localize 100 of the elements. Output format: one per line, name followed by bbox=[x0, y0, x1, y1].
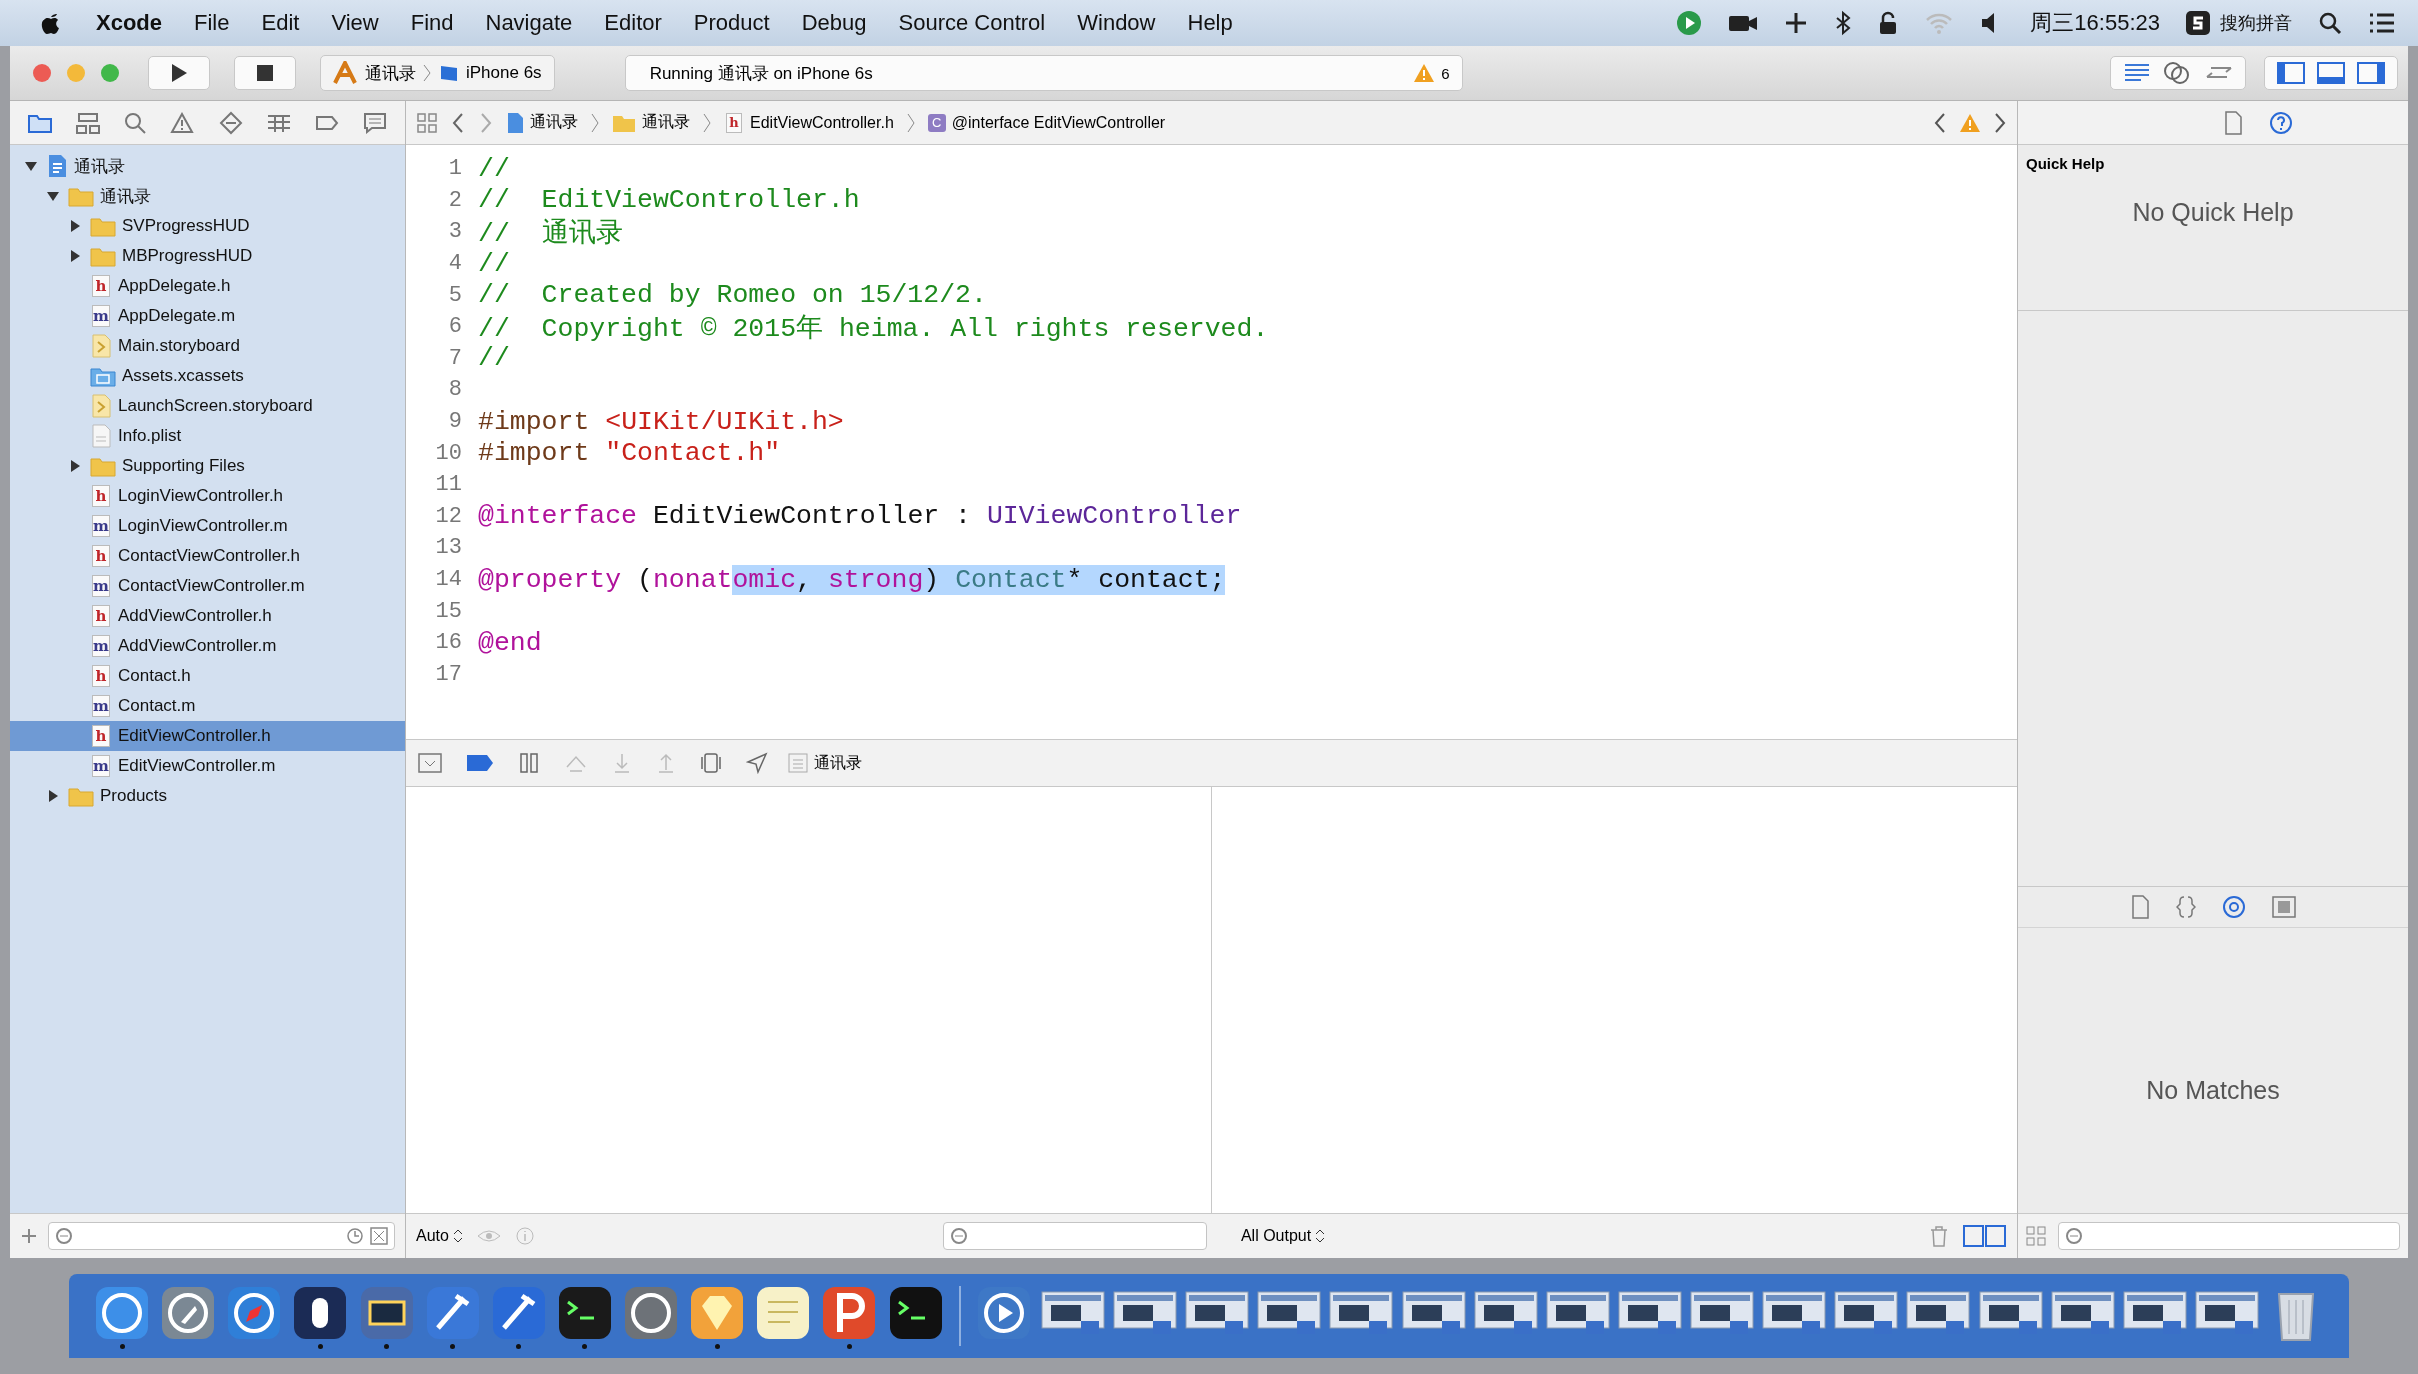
path-item[interactable]: 通讯录 bbox=[612, 112, 690, 133]
variables-scope-popup[interactable]: Auto bbox=[416, 1227, 463, 1245]
left-panel-icon[interactable] bbox=[2277, 62, 2305, 84]
run-button[interactable] bbox=[148, 56, 210, 90]
navigator-row[interactable]: h AppDelegate.h bbox=[10, 271, 405, 301]
navigator-row[interactable]: h LoginViewController.h bbox=[10, 481, 405, 511]
menu-item[interactable]: Xcode bbox=[96, 10, 163, 36]
scheme-name[interactable]: 通讯录 bbox=[365, 61, 416, 85]
view-hierarchy-icon[interactable] bbox=[700, 752, 722, 774]
navigator-row[interactable]: h Contact.h bbox=[10, 661, 405, 691]
file-icon[interactable] bbox=[2130, 895, 2150, 919]
breakpoint-icon[interactable] bbox=[466, 754, 494, 772]
play-circle-icon[interactable] bbox=[1676, 10, 1703, 36]
bottom-panel-icon[interactable] bbox=[2317, 62, 2345, 84]
warning-count[interactable]: 6 bbox=[1441, 64, 1450, 82]
expanded-triangle-icon[interactable] bbox=[24, 159, 38, 173]
lock-icon[interactable] bbox=[1878, 11, 1899, 35]
navigator-row[interactable]: LaunchScreen.storyboard bbox=[10, 391, 405, 421]
menu-item[interactable]: Find bbox=[410, 10, 454, 36]
navigator-row[interactable]: Products bbox=[10, 781, 405, 811]
navigator-row[interactable]: m AddViewController.m bbox=[10, 631, 405, 661]
navigator-row[interactable]: h AddViewController.h bbox=[10, 601, 405, 631]
navigator-row[interactable]: h ContactViewController.h bbox=[10, 541, 405, 571]
output-popup[interactable]: All Output bbox=[1240, 1227, 1326, 1245]
stop-button[interactable] bbox=[234, 56, 296, 90]
navigator-row[interactable]: Info.plist bbox=[10, 421, 405, 451]
back-icon[interactable] bbox=[1933, 111, 1947, 134]
collapsed-triangle-icon[interactable] bbox=[46, 789, 60, 803]
path-item[interactable]: C @interface EditViewController bbox=[927, 113, 1166, 132]
list-icon[interactable] bbox=[2368, 12, 2396, 34]
menu-item[interactable]: Product bbox=[693, 10, 770, 36]
braces-icon[interactable] bbox=[2176, 895, 2196, 919]
navigator-row[interactable]: m ContactViewController.m bbox=[10, 571, 405, 601]
header-file-icon: h bbox=[92, 545, 110, 567]
split-view-icon[interactable] bbox=[1963, 1225, 2007, 1247]
location-icon[interactable] bbox=[746, 752, 768, 774]
expanded-triangle-icon[interactable] bbox=[46, 189, 60, 203]
navigator-row[interactable]: m EditViewController.m bbox=[10, 751, 405, 781]
tag-icon[interactable] bbox=[314, 113, 339, 132]
menu-item[interactable]: Help bbox=[1187, 10, 1233, 36]
table-icon[interactable] bbox=[266, 112, 291, 133]
navigator-row[interactable]: Main.storyboard bbox=[10, 331, 405, 361]
filter-field[interactable] bbox=[942, 1222, 1207, 1250]
menu-item[interactable]: Navigate bbox=[485, 10, 573, 36]
grid-icon[interactable] bbox=[416, 111, 438, 134]
filter-field[interactable] bbox=[48, 1222, 395, 1250]
plus-icon[interactable] bbox=[1784, 11, 1809, 35]
right-panel-icon[interactable] bbox=[2357, 62, 2385, 84]
device-name[interactable]: iPhone 6s bbox=[466, 63, 542, 83]
hierarchy-icon[interactable] bbox=[76, 111, 101, 134]
navigator-row[interactable]: Assets.xcassets bbox=[10, 361, 405, 391]
filter-field[interactable] bbox=[2058, 1222, 2400, 1250]
trash-icon[interactable] bbox=[1929, 1225, 1949, 1247]
path-item[interactable]: 通讯录 bbox=[506, 111, 578, 134]
file-icon[interactable] bbox=[2223, 110, 2243, 135]
navigator-row[interactable]: Supporting Files bbox=[10, 451, 405, 481]
navigator-row[interactable]: SVProgressHUD bbox=[10, 211, 405, 241]
text-lines-icon[interactable] bbox=[2123, 62, 2151, 84]
clock-icon[interactable] bbox=[346, 1227, 364, 1245]
boxed-x-icon[interactable] bbox=[370, 1227, 388, 1245]
add-icon[interactable] bbox=[20, 1227, 38, 1245]
navigator-row[interactable]: m AppDelegate.m bbox=[10, 301, 405, 331]
clock[interactable]: 周三16:55:23 bbox=[2030, 8, 2160, 38]
collapsed-triangle-icon[interactable] bbox=[68, 249, 82, 263]
warning-icon[interactable] bbox=[170, 111, 195, 134]
pause-icon[interactable] bbox=[518, 752, 540, 774]
navigator-row[interactable]: 通讯录 bbox=[10, 151, 405, 181]
bluetooth-icon[interactable] bbox=[1834, 10, 1853, 36]
menu-item[interactable]: Source Control bbox=[898, 10, 1046, 36]
input-method-label[interactable]: 搜狗拼音 bbox=[2220, 11, 2292, 35]
folder-icon[interactable] bbox=[28, 112, 52, 133]
collapsed-triangle-icon[interactable] bbox=[68, 459, 82, 473]
input-method-icon[interactable] bbox=[2186, 11, 2210, 35]
close-icon[interactable] bbox=[32, 63, 52, 83]
menu-item[interactable]: Editor bbox=[604, 10, 662, 36]
forward-icon[interactable] bbox=[1993, 111, 2007, 134]
circles-icon[interactable] bbox=[2163, 61, 2191, 85]
diamond-icon[interactable] bbox=[218, 110, 243, 135]
message-icon[interactable] bbox=[363, 111, 387, 134]
navigator-row[interactable]: h EditViewController.h bbox=[10, 721, 405, 751]
back-icon[interactable] bbox=[450, 111, 466, 134]
navigator-row[interactable]: MBProgressHUD bbox=[10, 241, 405, 271]
menu-item[interactable]: View bbox=[331, 10, 379, 36]
media-icon[interactable] bbox=[2272, 896, 2296, 918]
search-icon[interactable] bbox=[2318, 11, 2342, 35]
path-item[interactable]: h EditViewController.h bbox=[724, 112, 894, 133]
hide-panel-icon[interactable] bbox=[418, 753, 442, 773]
debug-target[interactable]: 通讯录 bbox=[788, 752, 862, 774]
navigator-row[interactable]: 通讯录 bbox=[10, 181, 405, 211]
menu-item[interactable]: Edit bbox=[261, 10, 300, 36]
collapsed-triangle-icon[interactable] bbox=[68, 219, 82, 233]
folder-icon bbox=[68, 185, 94, 207]
scheme-selector[interactable]: 通讯录 iPhone 6s bbox=[320, 55, 555, 91]
navigator-row[interactable]: m LoginViewController.m bbox=[10, 511, 405, 541]
menu-item[interactable]: File bbox=[194, 10, 230, 36]
menu-item[interactable]: Debug bbox=[801, 10, 867, 36]
navigator-row[interactable]: m Contact.m bbox=[10, 691, 405, 721]
object-icon[interactable] bbox=[2222, 895, 2246, 919]
help-icon[interactable] bbox=[2269, 110, 2293, 135]
menu-item[interactable]: Window bbox=[1077, 10, 1156, 36]
